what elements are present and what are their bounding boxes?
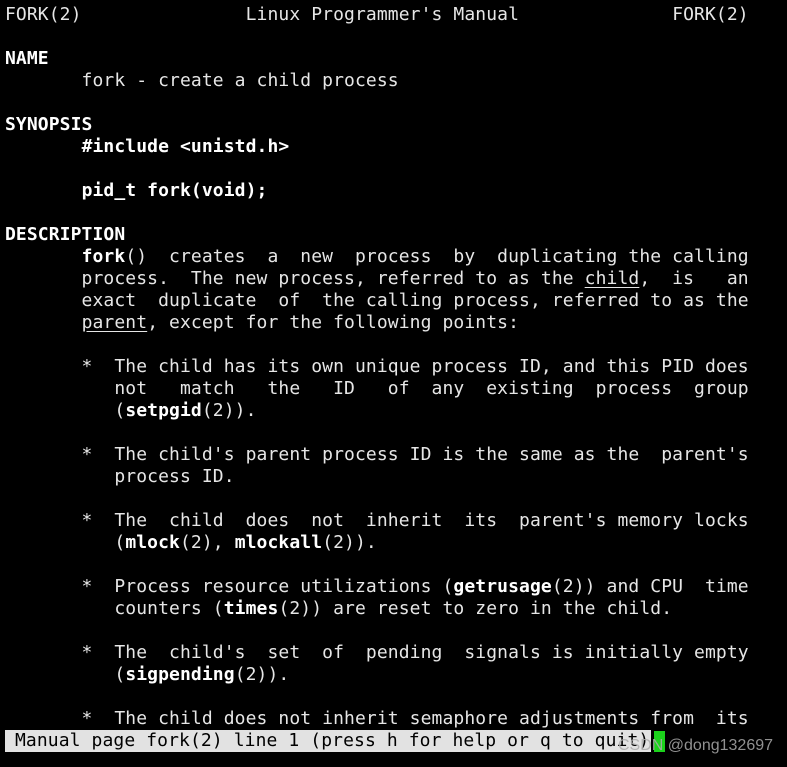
bold-text: mlockall xyxy=(234,532,323,553)
text-segment: process. The new process, referred to as… xyxy=(5,268,585,289)
header-left: FORK(2) xyxy=(5,4,82,25)
text-segment: * The child's set of pending signals is … xyxy=(5,642,749,663)
text-segment xyxy=(5,136,82,157)
man-line: process ID. xyxy=(5,466,749,488)
text-segment xyxy=(5,180,82,201)
man-line xyxy=(5,686,749,708)
man-line: fork - create a child process xyxy=(5,70,749,92)
man-line: counters (times(2)) are reset to zero in… xyxy=(5,598,749,620)
bold-text: getrusage xyxy=(453,576,552,597)
text-segment: ( xyxy=(5,532,126,553)
bold-text: setpgid xyxy=(125,400,202,421)
watermark: CSDN @dong132697 xyxy=(618,737,774,754)
man-line xyxy=(5,92,749,114)
bold-text: sigpending xyxy=(125,664,235,685)
man-line: * The child's set of pending signals is … xyxy=(5,642,749,664)
text-segment: (2)) and CPU time xyxy=(551,576,749,597)
man-line: DESCRIPTION xyxy=(5,224,749,246)
man-line: (setpgid(2)). xyxy=(5,400,749,422)
bold-text: NAME xyxy=(5,48,49,69)
text-segment: (2)). xyxy=(201,400,257,421)
man-line xyxy=(5,334,749,356)
man-line xyxy=(5,26,749,48)
text-segment: not match the ID of any existing process… xyxy=(5,378,749,399)
man-line: #include <unistd.h> xyxy=(5,136,749,158)
text-segment: process ID. xyxy=(5,466,235,487)
text-segment: counters ( xyxy=(5,598,224,619)
underlined-text: parent xyxy=(81,312,148,333)
text-segment: ( xyxy=(5,400,126,421)
text-segment: ( xyxy=(5,664,126,685)
man-line: * Process resource utilizations (getrusa… xyxy=(5,576,749,598)
bold-text: times xyxy=(223,598,279,619)
pager-status-bar: Manual page fork(2) line 1 (press h for … xyxy=(5,730,652,752)
man-line: exact duplicate of the calling process, … xyxy=(5,290,749,312)
text-segment: (2), xyxy=(180,532,235,553)
underlined-text: child xyxy=(584,268,640,289)
text-segment: , except for the following points: xyxy=(147,312,520,333)
bold-text: SYNOPSIS xyxy=(5,114,93,135)
man-line: process. The new process, referred to as… xyxy=(5,268,749,290)
man-line xyxy=(5,620,749,642)
text-segment: () creates a new process by duplicating … xyxy=(125,246,749,267)
text-segment: * The child does not inherit its parent'… xyxy=(5,510,749,531)
text-segment: , is an xyxy=(639,268,749,289)
bold-text: fork xyxy=(81,246,126,267)
bold-text: pid_t fork(void); xyxy=(81,180,268,201)
man-line: NAME xyxy=(5,48,749,70)
text-segment: (2)). xyxy=(234,664,290,685)
text-segment: * The child does not inherit semaphore a… xyxy=(5,708,749,729)
text-segment xyxy=(5,312,82,333)
man-line: fork() creates a new process by duplicat… xyxy=(5,246,749,268)
man-line xyxy=(5,158,749,180)
bold-text: #include <unistd.h> xyxy=(81,136,290,157)
status-text: Manual page fork(2) line 1 (press h for … xyxy=(15,730,650,751)
man-header: FORK(2) Linux Programmer's Manual FORK(2… xyxy=(5,4,749,26)
man-line xyxy=(5,488,749,510)
text-segment: fork - create a child process xyxy=(5,70,399,91)
man-line: (sigpending(2)). xyxy=(5,664,749,686)
header-center: Linux Programmer's Manual xyxy=(245,4,520,25)
terminal-output: FORK(2) Linux Programmer's Manual FORK(2… xyxy=(5,4,749,730)
man-line: * The child's parent process ID is the s… xyxy=(5,444,749,466)
text-segment: (2)). xyxy=(322,532,377,553)
text-segment xyxy=(5,246,82,267)
man-line xyxy=(5,554,749,576)
man-line: * The child does not inherit its parent'… xyxy=(5,510,749,532)
man-line xyxy=(5,202,749,224)
man-line: not match the ID of any existing process… xyxy=(5,378,749,400)
man-line xyxy=(5,422,749,444)
man-line: pid_t fork(void); xyxy=(5,180,749,202)
bold-text: DESCRIPTION xyxy=(5,224,126,245)
man-page-body: NAME fork - create a child process SYNOP… xyxy=(5,26,749,730)
bold-text: mlock xyxy=(125,532,180,553)
man-line: * The child has its own unique process I… xyxy=(5,356,749,378)
man-line: (mlock(2), mlockall(2)). xyxy=(5,532,749,554)
text-segment: exact duplicate of the calling process, … xyxy=(5,290,749,311)
text-segment: (2)) are reset to zero in the child. xyxy=(278,598,673,619)
man-line: SYNOPSIS xyxy=(5,114,749,136)
header-right: FORK(2) xyxy=(672,4,749,25)
text-segment: * The child's parent process ID is the s… xyxy=(5,444,749,465)
text-segment: * The child has its own unique process I… xyxy=(5,356,749,377)
man-line: parent, except for the following points: xyxy=(5,312,749,334)
man-line: * The child does not inherit semaphore a… xyxy=(5,708,749,730)
text-segment: * Process resource utilizations ( xyxy=(5,576,454,597)
